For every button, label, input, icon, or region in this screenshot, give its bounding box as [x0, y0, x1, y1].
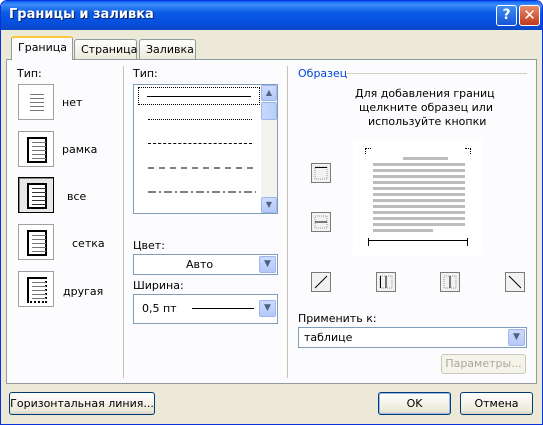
- preset-grid-label: сетка: [72, 237, 105, 250]
- line-style-label: Тип:: [133, 67, 158, 80]
- preset-all[interactable]: [18, 177, 54, 213]
- grid-border-icon: [27, 230, 47, 256]
- preset-box-label: рамка: [62, 143, 98, 156]
- ok-button[interactable]: OK: [378, 392, 451, 415]
- corner-mark: [365, 148, 371, 154]
- width-label: Ширина:: [133, 279, 184, 292]
- preview-hint-1: Для добавления границ: [355, 87, 495, 100]
- left-border-icon: [379, 275, 393, 289]
- line-style-dashed[interactable]: [138, 159, 258, 177]
- chevron-down-icon[interactable]: ▼: [259, 256, 276, 273]
- all-borders-icon: [27, 183, 47, 209]
- preview-hint-2: щелкните образец или: [359, 101, 493, 114]
- scroll-down-icon[interactable]: ▼: [261, 197, 277, 213]
- preset-none[interactable]: [18, 84, 54, 120]
- custom-border-icon: [27, 277, 47, 303]
- apply-to-value: таблице: [304, 331, 353, 344]
- line-style-dash-dot[interactable]: [138, 183, 258, 201]
- options-button[interactable]: Параметры...: [441, 354, 526, 374]
- line-style-dotted[interactable]: [138, 111, 258, 129]
- horizontal-line-button[interactable]: Горизонтальная линия...: [9, 392, 155, 415]
- diagonal-down-border-button[interactable]: [505, 272, 525, 292]
- preset-custom-label: другая: [63, 285, 104, 298]
- chevron-down-icon[interactable]: ▼: [259, 300, 276, 317]
- cancel-button[interactable]: Отмена: [460, 392, 533, 415]
- width-sample-line: [192, 308, 254, 309]
- width-dropdown[interactable]: 0,5 пт ▼: [133, 294, 278, 324]
- preview-bottom-tick: [467, 238, 468, 246]
- middle-separator: [287, 66, 288, 378]
- line-style-listbox[interactable]: ▲ ▼: [133, 84, 278, 214]
- preview-bottom-tick: [368, 238, 369, 246]
- line-style-dashed-small[interactable]: [138, 135, 258, 153]
- color-dropdown[interactable]: Авто ▼: [133, 254, 278, 275]
- diagonal-up-border-icon: [314, 275, 328, 289]
- chevron-down-icon[interactable]: ▼: [508, 329, 525, 346]
- width-value: 0,5 пт: [142, 302, 177, 315]
- inside-vertical-border-icon: [443, 275, 457, 289]
- preset-box[interactable]: [18, 131, 54, 167]
- apply-to-dropdown[interactable]: таблице ▼: [298, 327, 527, 348]
- preview-group-line: [347, 73, 527, 74]
- preset-grid[interactable]: [18, 224, 54, 260]
- scroll-up-icon[interactable]: ▲: [261, 85, 277, 101]
- diagonal-down-border-icon: [508, 275, 522, 289]
- preview-hint-3: используйте кнопки: [368, 115, 487, 128]
- preview-bottom-border: [368, 240, 468, 241]
- border-preview[interactable]: [353, 140, 483, 255]
- color-label: Цвет:: [133, 239, 165, 252]
- preset-all-label: все: [67, 190, 87, 203]
- corner-mark: [465, 148, 471, 154]
- preset-custom[interactable]: [18, 271, 54, 307]
- top-border-icon: [314, 166, 328, 180]
- color-value: Авто: [186, 258, 214, 271]
- preset-type-label: Тип:: [17, 67, 42, 80]
- line-style-solid[interactable]: [138, 87, 260, 105]
- panel-content: Тип: нет рамка все сетка другая Тип: ▲ ▼…: [0, 0, 543, 425]
- preset-none-label: нет: [62, 96, 83, 109]
- scroll-thumb[interactable]: [261, 102, 277, 120]
- apply-to-label: Применить к:: [298, 312, 377, 325]
- box-border-icon: [27, 137, 47, 163]
- no-border-icon: [27, 90, 47, 116]
- inside-vertical-border-button[interactable]: [440, 272, 460, 292]
- inside-horizontal-border-icon: [314, 215, 328, 229]
- top-border-button[interactable]: [311, 163, 331, 183]
- left-separator: [123, 66, 124, 378]
- preview-group-label: Образец: [298, 67, 348, 80]
- line-style-scrollbar[interactable]: ▲ ▼: [261, 85, 277, 213]
- inside-horizontal-border-button[interactable]: [311, 212, 331, 232]
- diagonal-up-border-button[interactable]: [311, 272, 331, 292]
- left-border-button[interactable]: [376, 272, 396, 292]
